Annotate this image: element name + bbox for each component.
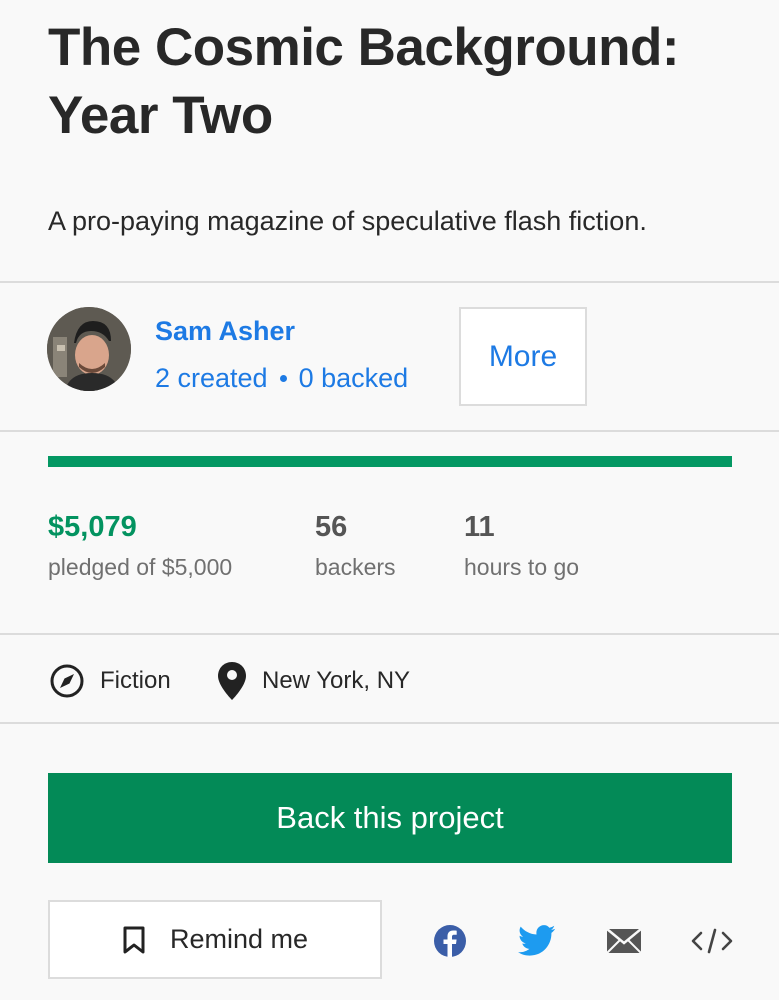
- remind-me-button[interactable]: Remind me: [48, 900, 382, 979]
- facebook-icon: [434, 925, 466, 957]
- bookmark-icon: [123, 926, 145, 953]
- location-link[interactable]: New York, NY: [216, 660, 410, 702]
- pledged-amount: $5,079: [48, 511, 137, 543]
- remind-me-label: Remind me: [169, 924, 309, 954]
- backers-stat: 56 backers: [315, 508, 396, 582]
- time-left: 11: [464, 511, 495, 543]
- twitter-icon: [518, 925, 556, 956]
- creator-avatar[interactable]: [47, 307, 131, 391]
- pledged-label: pledged of $5,000: [48, 554, 233, 580]
- project-blurb: A pro-paying magazine of speculative fla…: [48, 206, 647, 236]
- backers-label: backers: [315, 554, 396, 580]
- twitter-share[interactable]: [517, 920, 557, 962]
- pledged-stat: $5,079 pledged of $5,000: [48, 508, 232, 582]
- compass-icon: [50, 664, 84, 698]
- backers-count: 56: [315, 511, 348, 543]
- backed-count-link[interactable]: 0 backed: [299, 360, 409, 396]
- creator-name-link[interactable]: Sam Asher: [155, 313, 295, 349]
- embed-code-icon: [691, 928, 733, 954]
- divider: [0, 281, 779, 283]
- category-label: Fiction: [100, 667, 171, 694]
- project-title: The Cosmic Background: Year Two: [48, 18, 679, 145]
- embed-share[interactable]: [690, 920, 734, 962]
- funding-progress-bar: [48, 456, 732, 467]
- location-pin-icon: [218, 662, 246, 700]
- separator-dot: [279, 374, 287, 382]
- created-count-link[interactable]: 2 created: [155, 360, 268, 396]
- more-button[interactable]: More: [459, 307, 587, 406]
- location-label: New York, NY: [262, 667, 411, 694]
- facebook-share[interactable]: [430, 920, 470, 962]
- divider: [0, 722, 779, 724]
- funding-progress-fill: [48, 456, 732, 467]
- email-share[interactable]: [604, 920, 644, 962]
- time-label: hours to go: [464, 554, 580, 580]
- time-stat: 11 hours to go: [464, 508, 579, 582]
- mail-icon: [606, 928, 642, 954]
- back-project-button[interactable]: Back this project: [48, 773, 732, 863]
- creator-stats: 2 created 0 backed: [155, 360, 408, 396]
- category-link[interactable]: Fiction: [48, 660, 171, 702]
- divider: [0, 633, 779, 635]
- divider: [0, 430, 779, 432]
